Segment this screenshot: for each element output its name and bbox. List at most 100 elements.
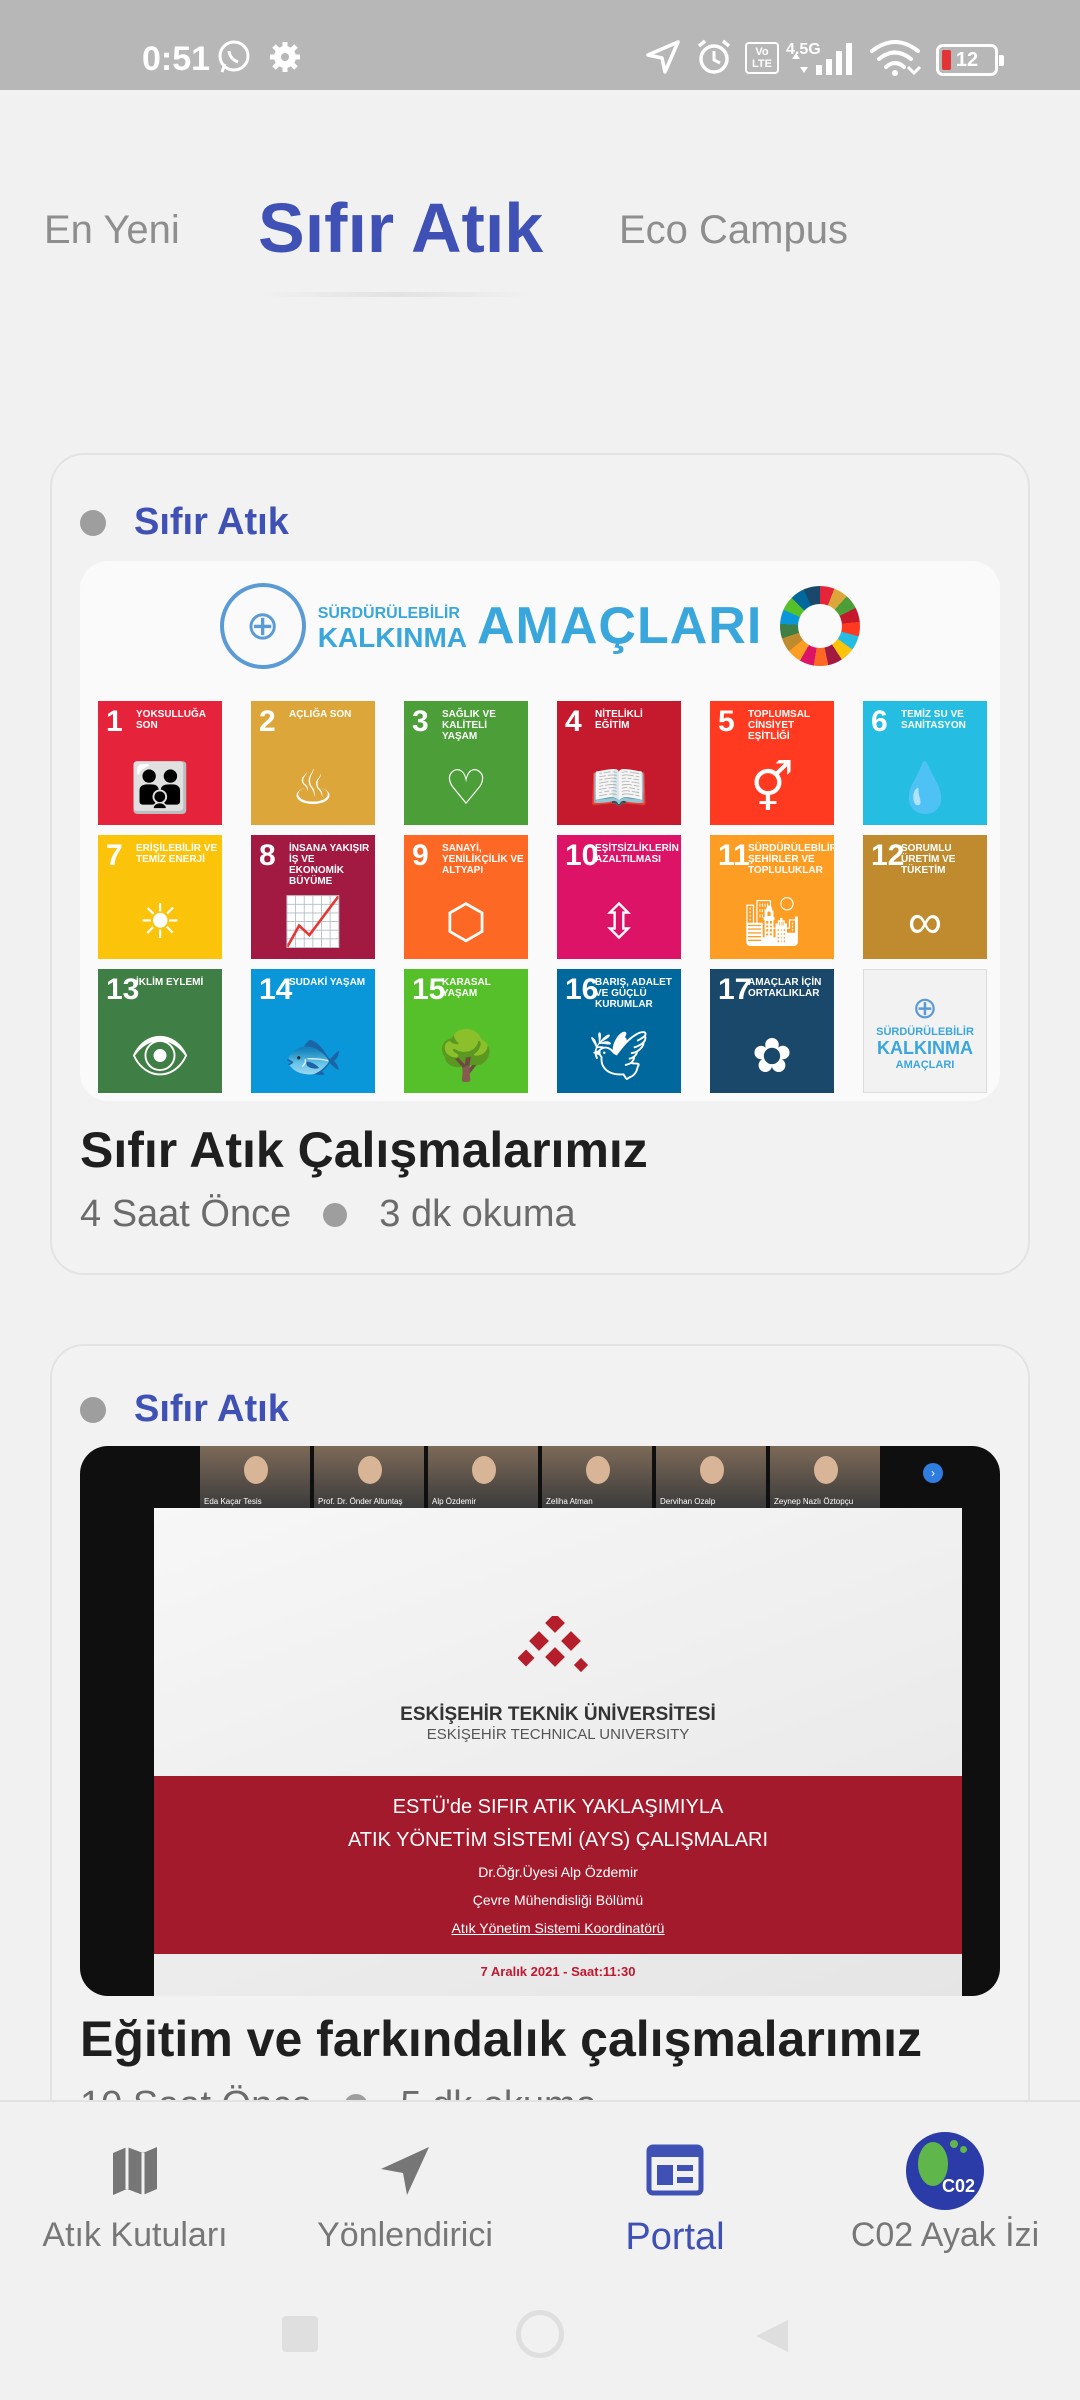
video-participant-thumb: Zeliha Atman xyxy=(542,1446,652,1508)
category-tabs: En Yeni Sıfır Atık Eco Campus xyxy=(0,150,1080,310)
participant-face xyxy=(700,1456,724,1484)
slide-title-1: ESTÜ'de SIFIR ATIK YAKLAŞIMIYLA xyxy=(392,1796,724,1818)
slide-role: Atık Yönetim Sistemi Koordinatörü xyxy=(451,1920,665,1936)
sdg-goal-number: 13 xyxy=(106,973,140,1006)
presentation-slide: ESKİŞEHİR TEKNİK ÜNİVERSİTESİ ESKİŞEHİR … xyxy=(154,1508,962,1996)
sdg-goal-number: 1 xyxy=(106,705,123,738)
whatsapp-icon xyxy=(214,36,254,78)
sdg-goal-icon: 🐟 xyxy=(283,1030,343,1083)
sdg-goal-icon: ♡ xyxy=(444,762,488,815)
sdg-goal-icon: 📖 xyxy=(589,762,649,815)
sdg-goal-tile: 17 AMAÇLAR İÇİN ORTAKLIKLAR ✿ xyxy=(710,969,834,1093)
portal-icon xyxy=(645,2126,705,2216)
sdg-goal-number: 11 xyxy=(718,839,750,872)
participant-face xyxy=(586,1456,610,1484)
sdg-goal-icon: ☀ xyxy=(138,896,182,949)
sdg-header-line2: KALKINMA xyxy=(317,622,467,653)
slide-date: 7 Aralık 2021 - Saat:11:30 xyxy=(480,1964,636,1979)
video-participant-thumb: Zeynep Nazlı Öztopçu xyxy=(770,1446,880,1508)
sdg-goal-tile: 10 EŞİTSİZLİKLERİN AZALTILMASI ⇳ xyxy=(557,835,681,959)
sdg-goal-icon: 🏙 xyxy=(741,896,803,949)
system-navigation-bar xyxy=(0,2270,1080,2400)
sdg-goal-tile: 16 BARIŞ, ADALET VE GÜÇLÜ KURUMLAR 🕊 xyxy=(557,969,681,1093)
bottom-navigation: Atık Kutuları Yönlendirici Portal C02 C0… xyxy=(0,2100,1080,2270)
category-label: Sıfır Atık xyxy=(134,1388,289,1430)
sdg-goal-text: AÇLIĞA SON xyxy=(289,709,352,720)
article-card[interactable]: Sıfır Atık ⊕ SÜRDÜRÜLEBİLİR KALKINMA AMA… xyxy=(50,453,1030,1275)
sdg-goal-text: SÜRDÜRÜLEBİLİR ŞEHİRLER VE TOPLULUKLAR xyxy=(748,843,834,876)
nav-item-portal[interactable]: Portal xyxy=(570,2102,780,2272)
status-bar: 0:51 Vo LTE 4.5G 12 xyxy=(0,0,1080,90)
sdg-goal-icon: ⬡ xyxy=(445,896,487,949)
nav-label: Atık Kutuları xyxy=(42,2216,228,2254)
university-name-en: ESKİŞEHİR TECHNICAL UNIVERSITY xyxy=(426,1726,690,1743)
active-tab-indicator xyxy=(262,292,532,297)
article-title[interactable]: Sıfır Atık Çalışmalarımız xyxy=(80,1121,648,1179)
footprint-badge-text: C02 xyxy=(942,2176,976,2196)
sdg-goal-tile: 2 AÇLIĞA SON ♨ xyxy=(251,701,375,825)
sdg-goal-number: 16 xyxy=(565,973,599,1006)
slide-presenter: Dr.Öğr.Üyesi Alp Özdemir xyxy=(478,1864,638,1880)
sdg-goal-icon: ⇳ xyxy=(598,896,640,949)
sdg-logo-line2: KALKINMA xyxy=(877,1038,973,1058)
article-image-sdg[interactable]: ⊕ SÜRDÜRÜLEBİLİR KALKINMA AMAÇLARI 1 YOKS… xyxy=(80,561,1000,1101)
sdg-goal-text: İNSANA YAKIŞIR İŞ VE EKONOMİK BÜYÜME xyxy=(289,843,370,887)
sdg-goal-tile: 5 TOPLUMSAL CİNSİYET EŞİTLİĞİ ⚥ xyxy=(710,701,834,825)
signal-icon xyxy=(786,36,856,78)
slide-department: Çevre Mühendisliği Bölümü xyxy=(472,1892,644,1908)
sdg-goal-number: 8 xyxy=(259,839,276,872)
sdg-goal-tile: 4 NİTELİKLİ EĞİTİM 📖 xyxy=(557,701,681,825)
meta-separator-dot xyxy=(323,1202,348,1227)
sdg-goal-icon: 🕊 xyxy=(588,1030,650,1083)
sdg-goal-tile: 8 İNSANA YAKIŞIR İŞ VE EKONOMİK BÜYÜME 📈 xyxy=(251,835,375,959)
article-category: Sıfır Atık xyxy=(80,501,289,544)
nav-label: Yönlendirici xyxy=(317,2216,493,2254)
recent-apps-button[interactable] xyxy=(282,2316,318,2352)
article-read-time: 3 dk okuma xyxy=(379,1193,576,1235)
tab-eco-campus[interactable]: Eco Campus xyxy=(619,208,848,253)
back-button[interactable] xyxy=(752,2316,792,2356)
tab-sifir-atik[interactable]: Sıfır Atık xyxy=(258,188,543,268)
sdg-goal-tile: 3 SAĞLIK VE KALİTELİ YAŞAM ♡ xyxy=(404,701,528,825)
sdg-goal-tile: 7 ERİŞİLEBİLİR VE TEMİZ ENERJİ ☀ xyxy=(98,835,222,959)
sdg-goal-number: 7 xyxy=(106,839,123,872)
sdg-goal-text: KARASAL YAŞAM xyxy=(442,977,491,999)
wifi-icon xyxy=(868,36,922,78)
sdg-goal-icon: 👁 xyxy=(129,1030,191,1083)
video-participant-thumb: Prof. Dr. Önder Altuntaş xyxy=(314,1446,424,1508)
sdg-goal-tile: 12 SORUMLU ÜRETİM VE TÜKETİM ∞ xyxy=(863,835,987,959)
participant-name: Prof. Dr. Önder Altuntaş xyxy=(318,1497,403,1506)
navigation-icon xyxy=(377,2126,433,2216)
university-logo-icon xyxy=(518,1616,589,1673)
sdg-goal-text: EŞİTSİZLİKLERİN AZALTILMASI xyxy=(595,843,679,865)
home-button[interactable] xyxy=(516,2310,564,2358)
sdg-goal-icon: ⚥ xyxy=(750,762,794,815)
sdg-goal-tile: 9 SANAYİ, YENİLİKÇİLİK VE ALTYAPI ⬡ xyxy=(404,835,528,959)
sdg-goal-text: SANAYİ, YENİLİKÇİLİK VE ALTYAPI xyxy=(442,843,524,876)
sdg-goal-number: 4 xyxy=(565,705,582,738)
nav-item-co2-ayak-izi[interactable]: C02 C02 Ayak İzi xyxy=(840,2102,1050,2272)
sdg-goal-number: 10 xyxy=(565,839,599,872)
article-meta: 4 Saat Önce 3 dk okuma xyxy=(80,1193,576,1236)
sdg-goal-tile: 11 SÜRDÜRÜLEBİLİR ŞEHİRLER VE TOPLULUKLAR… xyxy=(710,835,834,959)
settings-gear-icon xyxy=(265,36,305,78)
sdg-goal-icon: 💧 xyxy=(895,762,955,815)
video-participant-strip: Eda Kaçar Tesis Prof. Dr. Önder Altuntaş A… xyxy=(200,1446,880,1508)
sdg-goal-icon: ♨ xyxy=(291,762,335,815)
sdg-goal-text: SAĞLIK VE KALİTELİ YAŞAM xyxy=(442,709,496,742)
alarm-icon xyxy=(693,36,735,78)
participant-face xyxy=(244,1456,268,1484)
nav-item-atik-kutulari[interactable]: Atık Kutuları xyxy=(30,2102,240,2272)
sdg-header-big: AMAÇLARI xyxy=(477,597,763,655)
sdg-logo-line3: AMAÇLARI xyxy=(895,1059,955,1071)
article-time: 4 Saat Önce xyxy=(80,1193,292,1235)
article-title[interactable]: Eğitim ve farkındalık çalışmalarımız xyxy=(80,2010,922,2068)
sdg-goal-icon: 📈 xyxy=(283,896,343,949)
sdg-goal-tile: 6 TEMİZ SU VE SANİTASYON 💧 xyxy=(863,701,987,825)
article-image-webinar[interactable]: Eda Kaçar Tesis Prof. Dr. Önder Altuntaş A… xyxy=(80,1446,1000,1996)
nav-item-yonlendirici[interactable]: Yönlendirici xyxy=(300,2102,510,2272)
participant-name: Zeliha Atman xyxy=(546,1497,593,1506)
sdg-goal-text: BARIŞ, ADALET VE GÜÇLÜ KURUMLAR xyxy=(595,977,672,1010)
category-label: Sıfır Atık xyxy=(134,501,289,543)
tab-en-yeni[interactable]: En Yeni xyxy=(44,208,180,253)
